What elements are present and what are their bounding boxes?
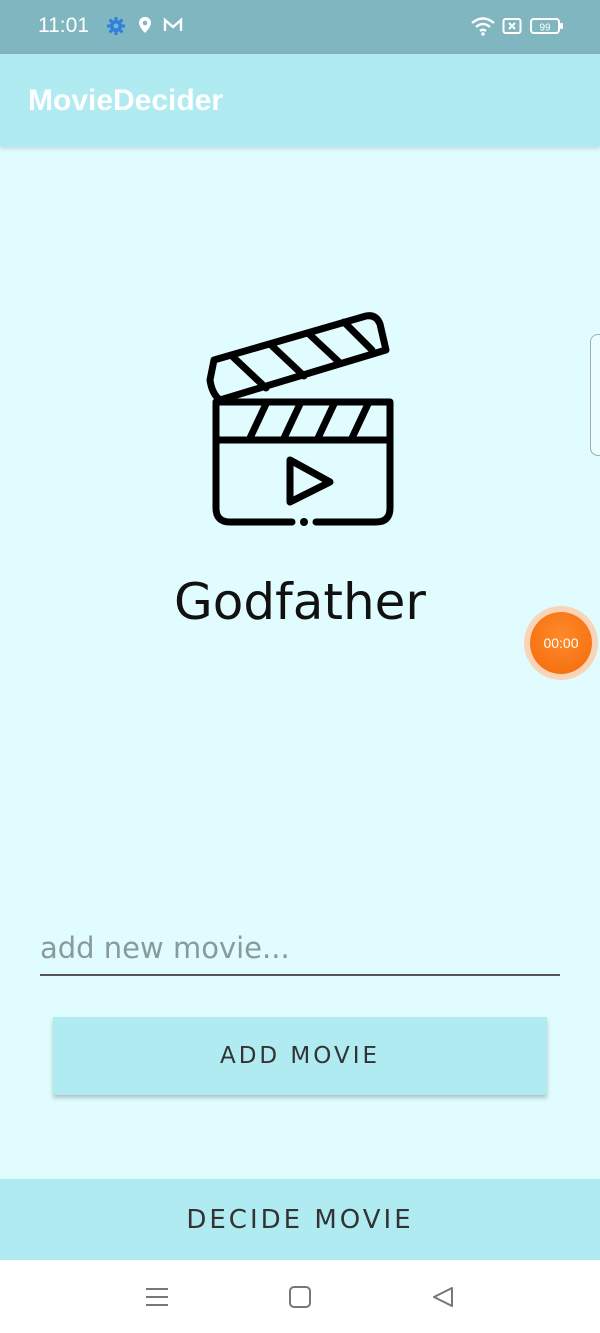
gear-icon — [107, 17, 125, 35]
screen-recorder-button[interactable]: 00:00 — [524, 606, 598, 680]
mail-icon — [163, 17, 183, 31]
app-title: MovieDecider — [28, 84, 224, 117]
new-movie-input[interactable] — [40, 922, 560, 976]
status-time: 11:01 — [38, 14, 89, 37]
recorder-timer: 00:00 — [530, 612, 592, 674]
system-nav-bar — [0, 1260, 600, 1333]
app-bar: MovieDecider — [0, 54, 600, 147]
sim-x-icon — [502, 18, 522, 34]
menu-icon[interactable] — [142, 1282, 172, 1312]
battery-icon: 99 — [530, 18, 563, 34]
location-pin-icon — [139, 17, 151, 33]
screen: 11:01 99 MovieDecider Godfather 00:00 ad… — [0, 0, 600, 1333]
wifi-icon — [471, 17, 495, 36]
clapperboard-icon — [206, 312, 394, 526]
edge-panel-handle[interactable] — [590, 334, 600, 456]
battery-level: 99 — [539, 23, 551, 34]
add-movie-button[interactable]: ADD MOVIE — [53, 1017, 547, 1095]
home-square-icon[interactable] — [285, 1282, 315, 1312]
back-triangle-icon[interactable] — [428, 1282, 458, 1312]
decide-movie-button[interactable]: DECIDE MOVIE — [0, 1179, 600, 1260]
status-bar: 11:01 99 — [0, 0, 600, 54]
selected-movie-title: Godfather — [174, 573, 426, 631]
